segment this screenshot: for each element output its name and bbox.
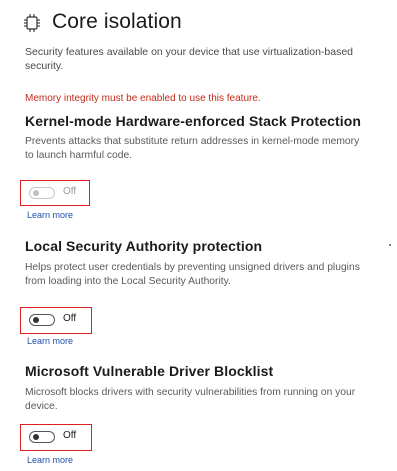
section-title-lsa-protection: Local Security Authority protection [25,238,263,254]
memory-integrity-warning: Memory integrity must be enabled to use … [25,93,261,104]
toggle-knob [32,433,39,441]
core-isolation-chip-icon [24,14,40,32]
learn-more-link-driver-blocklist[interactable]: Learn more [27,455,73,465]
learn-more-link-lsa-protection[interactable]: Learn more [27,336,73,346]
toggle-state-label: Off [63,430,77,441]
toggle-highlight-driver-blocklist: Off [20,424,92,451]
toggle-highlight-lsa-protection: Off [20,307,92,334]
page-description: Security features available on your devi… [25,46,354,72]
section-description-lsa-protection: Helps protect user credentials by preven… [25,262,360,287]
toggle-state-label: Off [63,186,77,197]
section-title-driver-blocklist: Microsoft Vulnerable Driver Blocklist [25,363,274,379]
learn-more-link-stack-protection[interactable]: Learn more [27,210,73,220]
section-description-stack-protection: Prevents attacks that substitute return … [25,136,360,161]
toggle-state-label: Off [63,313,77,324]
lsa-protection-toggle[interactable] [29,314,55,326]
driver-blocklist-toggle[interactable] [29,431,55,443]
toggle-highlight-stack-protection: Off [20,180,90,206]
stray-dot [389,244,391,246]
toggle-knob [32,189,39,197]
section-description-driver-blocklist: Microsoft blocks drivers with security v… [25,387,356,412]
toggle-knob [32,316,39,324]
section-title-stack-protection: Kernel-mode Hardware-enforced Stack Prot… [25,113,362,129]
stack-protection-toggle[interactable] [29,187,55,199]
page-title: Core isolation [52,10,182,33]
